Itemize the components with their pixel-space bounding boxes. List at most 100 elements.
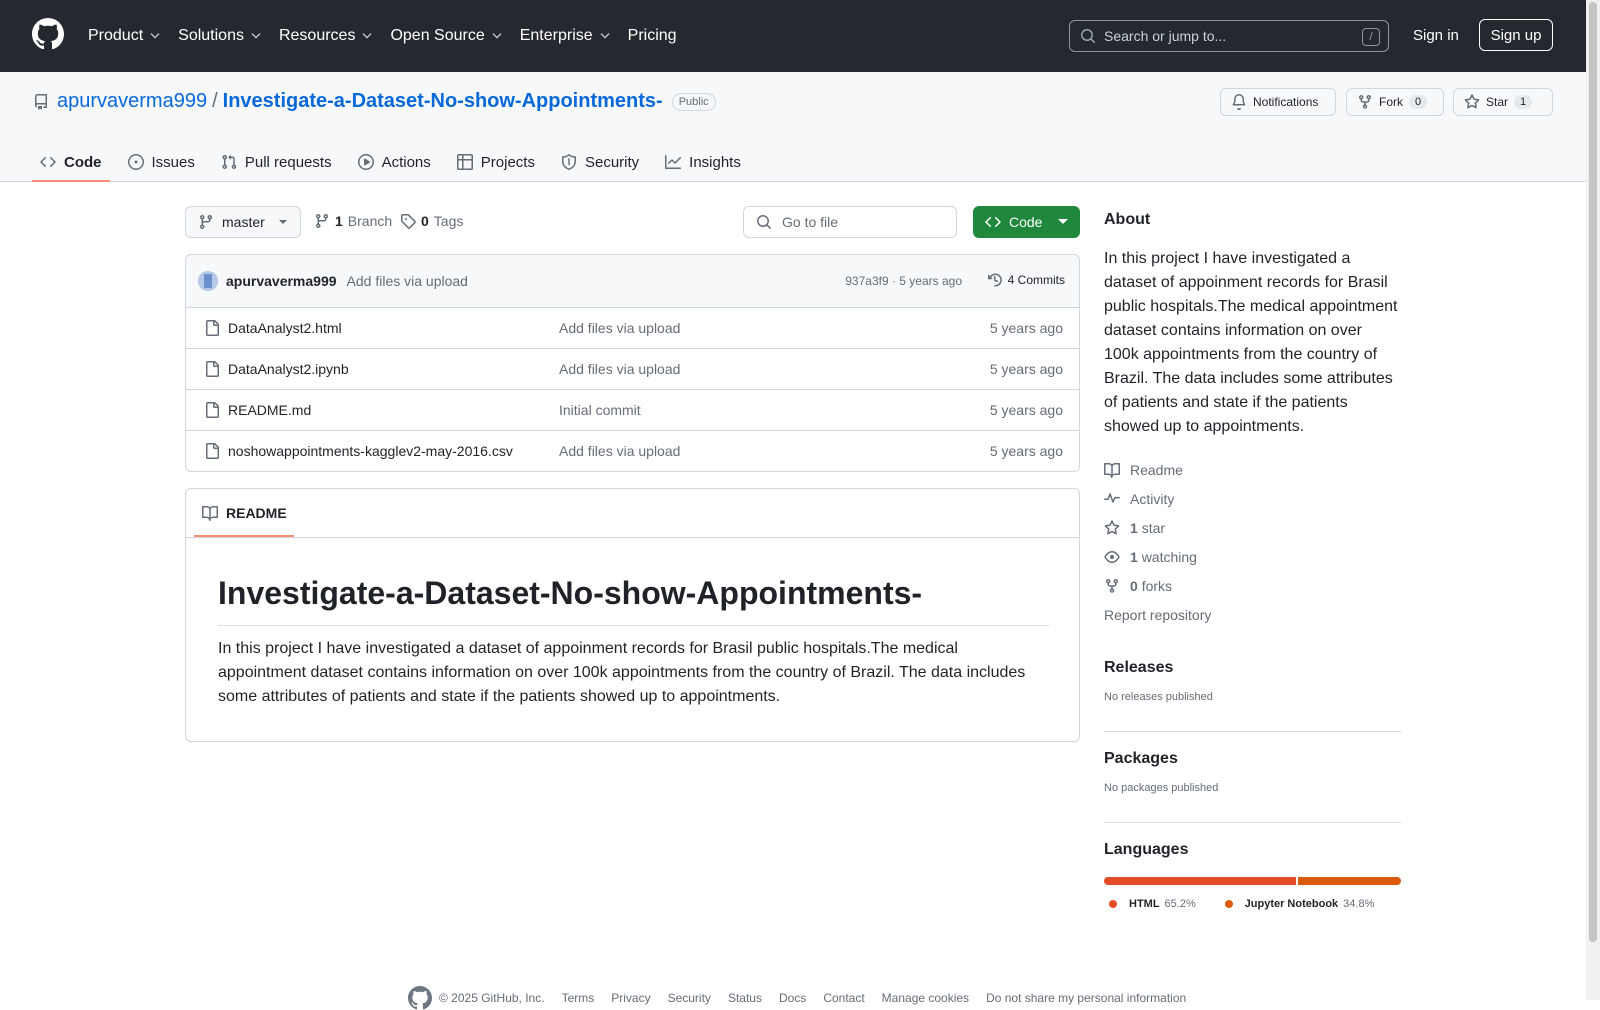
avatar[interactable] bbox=[198, 271, 218, 291]
chevron-down-icon bbox=[600, 33, 610, 39]
tab-insights[interactable]: Insights bbox=[657, 142, 749, 182]
tab-security-label: Security bbox=[584, 153, 640, 171]
star-count: 1 bbox=[1514, 95, 1533, 109]
footer-manage-cookies-link[interactable]: Manage cookies bbox=[882, 991, 969, 1005]
readme-link[interactable]: Readme bbox=[1104, 455, 1401, 484]
footer-contact-link[interactable]: Contact bbox=[823, 991, 864, 1005]
pull-request-icon bbox=[222, 154, 237, 170]
file-icon bbox=[206, 443, 219, 459]
language-item-jupyter-notebook[interactable]: Jupyter Notebook 34.8% bbox=[1220, 898, 1374, 910]
tab-code[interactable]: Code bbox=[32, 142, 110, 182]
code-dropdown-button[interactable]: Code bbox=[973, 206, 1080, 238]
branch-icon bbox=[316, 213, 328, 229]
nav-enterprise[interactable]: Enterprise bbox=[520, 24, 611, 48]
readme-body: In this project I have investigated a da… bbox=[218, 640, 1026, 705]
sign-up-button[interactable]: Sign up bbox=[1479, 19, 1553, 51]
global-header: Product Solutions Resources Open Source … bbox=[0, 0, 1600, 72]
readme-tab[interactable]: README bbox=[194, 489, 294, 537]
tab-pull-requests[interactable]: Pull requests bbox=[213, 142, 340, 182]
divider bbox=[1104, 731, 1401, 732]
star-button[interactable]: Star 1 bbox=[1453, 88, 1553, 116]
github-logo-icon[interactable] bbox=[32, 18, 64, 50]
watching-label: watching bbox=[1141, 548, 1197, 565]
scrollbar-thumb[interactable] bbox=[1589, 2, 1597, 942]
footer-privacy-link[interactable]: Privacy bbox=[611, 991, 650, 1005]
repo-owner-link[interactable]: apurvaverma999 bbox=[57, 90, 207, 113]
tags-link[interactable]: 0 Tags bbox=[400, 213, 463, 229]
branch-icon bbox=[200, 214, 212, 230]
releases-heading[interactable]: Releases bbox=[1104, 659, 1401, 677]
table-row: DataAnalyst2.ipynb Add files via upload … bbox=[186, 349, 1079, 390]
language-bar-segment-html bbox=[1104, 877, 1297, 885]
book-icon bbox=[1104, 462, 1120, 478]
repo-name-link[interactable]: Investigate-a-Dataset-No-show-Appointmen… bbox=[223, 90, 663, 113]
nav-solutions[interactable]: Solutions bbox=[178, 24, 262, 48]
tab-actions[interactable]: Actions bbox=[350, 142, 439, 182]
notifications-button[interactable]: Notifications bbox=[1220, 88, 1336, 116]
commit-hash-time[interactable]: 937a3f9 · 5 years ago bbox=[845, 274, 962, 288]
file-commit-message[interactable]: Add files via upload bbox=[559, 361, 680, 377]
language-item-html[interactable]: HTML 65.2% bbox=[1104, 898, 1196, 910]
activity-link[interactable]: Activity bbox=[1104, 484, 1401, 513]
nav-resources[interactable]: Resources bbox=[279, 24, 373, 48]
forks-link[interactable]: 0 forks bbox=[1104, 571, 1401, 600]
fork-icon bbox=[1359, 94, 1371, 109]
tab-issues[interactable]: Issues bbox=[120, 142, 203, 182]
file-name-link[interactable]: DataAnalyst2.html bbox=[228, 320, 342, 336]
packages-heading[interactable]: Packages bbox=[1104, 750, 1401, 768]
file-commit-message[interactable]: Initial commit bbox=[559, 402, 641, 418]
fork-count: 0 bbox=[1409, 95, 1428, 109]
divider bbox=[1104, 822, 1401, 823]
repo-icon bbox=[34, 93, 47, 110]
go-to-file-input[interactable]: Go to file bbox=[743, 206, 957, 238]
footer-security-link[interactable]: Security bbox=[668, 991, 711, 1005]
nav-pricing[interactable]: Pricing bbox=[628, 24, 677, 48]
scrollbar[interactable] bbox=[1586, 0, 1600, 1000]
file-name-link[interactable]: noshowappointments-kagglev2-may-2016.csv bbox=[228, 443, 513, 459]
report-repository-link[interactable]: Report repository bbox=[1104, 600, 1401, 629]
branch-selector[interactable]: master bbox=[185, 206, 301, 238]
stars-link[interactable]: 1 star bbox=[1104, 513, 1401, 542]
sign-in-link[interactable]: Sign in bbox=[1413, 27, 1459, 44]
footer-do-not-share-link[interactable]: Do not share my personal information bbox=[986, 991, 1186, 1005]
search-shortcut-key: / bbox=[1362, 28, 1380, 46]
divider bbox=[186, 537, 1079, 538]
commit-author-link[interactable]: apurvaverma999 bbox=[226, 273, 337, 289]
tag-label: Tags bbox=[433, 213, 464, 229]
footer-status-link[interactable]: Status bbox=[728, 991, 762, 1005]
language-bar bbox=[1104, 877, 1401, 885]
chevron-down-icon bbox=[251, 33, 261, 39]
stars-label: star bbox=[1141, 519, 1166, 536]
nav-open-source[interactable]: Open Source bbox=[390, 24, 502, 48]
pulse-icon bbox=[1104, 492, 1120, 503]
file-name-link[interactable]: DataAnalyst2.ipynb bbox=[228, 361, 349, 377]
readme-link-label: Readme bbox=[1130, 461, 1183, 478]
language-color-dot bbox=[1224, 900, 1233, 908]
branches-link[interactable]: 1 Branch bbox=[314, 213, 392, 229]
repo-path-separator: / bbox=[212, 90, 218, 112]
footer-docs-link[interactable]: Docs bbox=[779, 991, 806, 1005]
file-name-link[interactable]: README.md bbox=[228, 402, 311, 418]
nav-product[interactable]: Product bbox=[88, 24, 161, 48]
watchers-link[interactable]: 1 watching bbox=[1104, 542, 1401, 571]
fork-label: Fork bbox=[1379, 95, 1403, 109]
fork-button[interactable]: Fork 0 bbox=[1346, 88, 1444, 116]
commits-history-link[interactable]: 4 Commits bbox=[987, 272, 1065, 288]
readme-title: Investigate-a-Dataset-No-show-Appointmen… bbox=[218, 573, 1049, 626]
file-commit-message[interactable]: Add files via upload bbox=[559, 320, 680, 336]
page-footer: © 2025 GitHub, Inc. Terms Privacy Securi… bbox=[408, 986, 1186, 1010]
shield-icon bbox=[561, 154, 576, 170]
tab-projects-label: Projects bbox=[480, 153, 535, 171]
star-icon bbox=[1104, 519, 1120, 534]
tab-projects[interactable]: Projects bbox=[449, 142, 543, 182]
repo-tabs: Code Issues Pull requests Actions Projec… bbox=[32, 142, 759, 182]
chevron-down-icon bbox=[492, 33, 502, 39]
latest-commit: apurvaverma999 Add files via upload 937a… bbox=[186, 255, 1079, 308]
language-list: HTML 65.2% Jupyter Notebook 34.8% bbox=[1104, 895, 1401, 911]
file-commit-message[interactable]: Add files via upload bbox=[559, 443, 680, 459]
github-logo-icon[interactable] bbox=[408, 986, 432, 1010]
tab-security[interactable]: Security bbox=[553, 142, 647, 182]
footer-terms-link[interactable]: Terms bbox=[562, 991, 595, 1005]
commit-message-link[interactable]: Add files via upload bbox=[347, 273, 468, 289]
search-input[interactable]: Search or jump to... / bbox=[1069, 20, 1389, 52]
